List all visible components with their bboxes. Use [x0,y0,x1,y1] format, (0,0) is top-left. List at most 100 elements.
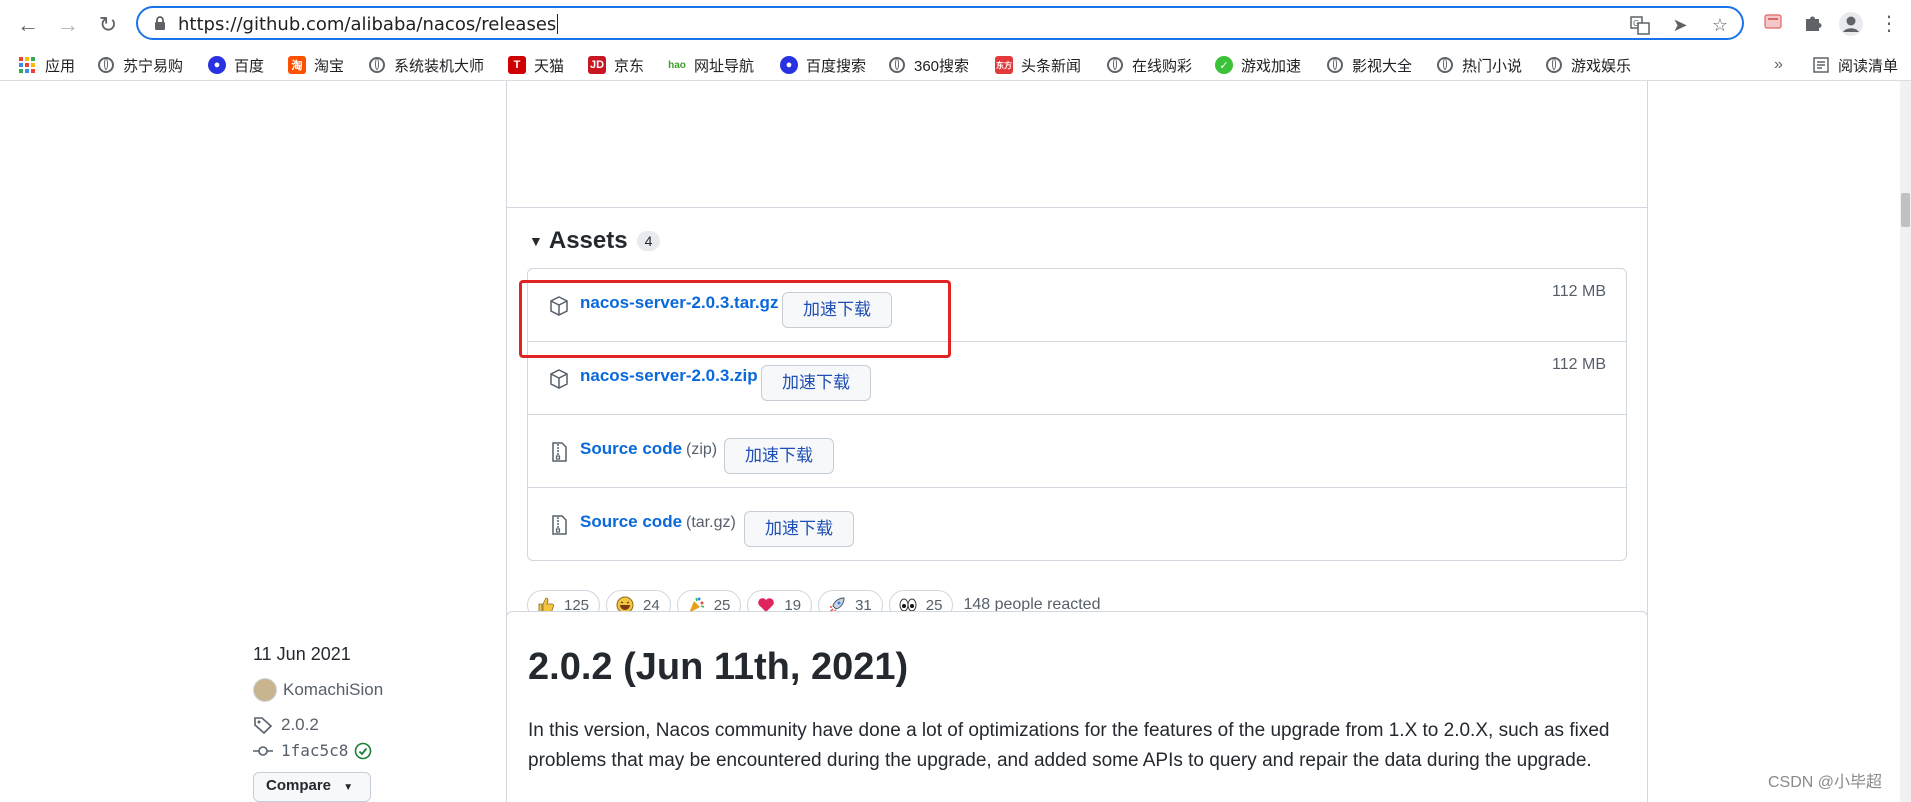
release-description: In this version, Nacos community have do… [528,720,1610,771]
bookmark-label: 网址导航 [694,57,755,75]
asset-format: (tar.gz) [686,514,736,531]
git-commit-icon [253,745,273,756]
accelerate-download-button[interactable]: 加速下载 [744,511,854,547]
bookmark-label: 天猫 [534,57,565,75]
bookmark-video[interactable]: 影视大全 [1327,54,1412,76]
release-card-2-0-2: 2.0.2 (Jun 11th, 2021) In this version, … [506,611,1648,802]
send-icon[interactable]: ➤ [1670,15,1690,35]
accelerate-download-button[interactable]: 加速下载 [724,438,834,474]
file-zip-icon [552,442,567,462]
bookmark-tmall[interactable]: T 天猫 [508,54,564,76]
globe-icon [1437,57,1453,73]
bookmark-installer[interactable]: 系统装机大师 [369,54,484,76]
bookmark-games[interactable]: 游戏娱乐 [1546,54,1631,76]
bookmark-baidu-search[interactable]: ● 百度搜索 [780,54,866,76]
author-name: KomachiSion [283,680,384,699]
bookmark-label: 游戏加速 [1241,57,1302,75]
globe-icon [1107,57,1123,73]
globe-icon [1327,57,1343,73]
star-icon[interactable]: ☆ [1710,15,1730,35]
overflow-chevron-icon: » [1774,56,1783,73]
asset-size: 112 MB [1552,356,1606,373]
reload-icon[interactable]: ↻ [94,11,122,39]
compare-label: Compare [266,777,332,794]
url-text[interactable]: https://github.com/alibaba/nacos/release… [178,14,559,35]
bookmark-label: 360搜索 [914,57,970,75]
reading-list[interactable]: 阅读清单 [1812,54,1898,76]
asset-link[interactable]: Source code [580,512,682,532]
translate-icon[interactable]: G [1630,15,1650,35]
release-title[interactable]: 2.0.2 (Jun 11th, 2021) [528,646,908,689]
release-date: 11 Jun 2021 [253,644,351,664]
bookmark-apps[interactable]: 应用 [18,54,75,76]
asset-link[interactable]: nacos-server-2.0.3.zip [580,366,758,386]
scrollbar-thumb[interactable] [1901,193,1910,227]
accelerate-download-button[interactable]: 加速下载 [761,365,871,401]
csdn-watermark: CSDN @小毕超 [1767,774,1882,791]
tag-icon [254,717,273,734]
address-bar[interactable]: https://github.com/alibaba/nacos/release… [136,6,1744,40]
bookmarks-overflow[interactable]: » [1774,54,1783,76]
bookmark-hao[interactable]: hao 网址导航 [668,54,754,76]
compare-button[interactable]: Compare ▼ [253,772,371,802]
bookmark-novels[interactable]: 热门小说 [1437,54,1522,76]
jd-icon: JD [588,56,606,74]
taobao-icon: 淘 [288,56,306,74]
toutiao-icon: 东方 [995,56,1013,74]
globe-icon [889,57,905,73]
profile-icon[interactable] [1838,11,1864,37]
github-releases-page: ▼ Assets 4 nacos-server-2.0.3.tar.gz 加速下… [0,81,1900,802]
asset-row: Source code (tar.gz) 加速下载 [528,487,1626,560]
assets-summary[interactable]: ▼ Assets 4 [529,227,661,255]
file-zip-icon [552,515,567,535]
bookmark-baidu[interactable]: ● 百度 [208,54,264,76]
bookmark-suning[interactable]: 苏宁易购 [98,54,183,76]
bookmark-label: 游戏娱乐 [1571,57,1632,75]
asset-size: 112 MB [1552,283,1606,300]
bookmark-taobao[interactable]: 淘淘宝 [288,54,344,76]
bookmark-lottery[interactable]: 在线购彩 [1107,54,1192,76]
apps-grid-icon [19,57,35,73]
extensions-icon[interactable] [1800,11,1826,37]
browser-toolbar: ← → ↻ https://github.com/alibaba/nacos/r… [0,0,1911,50]
bookmark-label: 百度 [234,57,265,75]
bookmark-360[interactable]: 360搜索 [889,54,969,76]
asset-link[interactable]: Source code [580,439,682,459]
divider [507,207,1647,208]
commit-link[interactable]: 1fac5c8 [253,741,383,760]
assets-title: Assets [548,227,628,254]
lock-icon [155,16,165,30]
author-link[interactable]: KomachiSion [253,678,383,702]
menu-icon[interactable]: ⋮ [1876,11,1902,37]
svg-text:G: G [1633,19,1639,28]
tmall-icon: T [508,56,526,74]
globe-icon [98,57,114,73]
bookmark-label: 百度搜索 [806,57,867,75]
globe-icon [1546,57,1562,73]
reader-extension-icon[interactable] [1760,11,1786,37]
tag-link[interactable]: 2.0.2 [253,715,383,735]
release-meta: 11 Jun 2021 KomachiSion 2.0.2 1fac5c8 Co… [253,644,383,802]
bookmark-label: 在线购彩 [1132,57,1193,75]
bookmark-label: 头条新闻 [1021,57,1082,75]
bookmark-label: 影视大全 [1352,57,1413,75]
assets-count-badge: 4 [636,231,661,251]
bookmark-toutiao[interactable]: 东方 头条新闻 [995,54,1081,76]
forward-icon[interactable]: → [54,11,82,39]
bookmark-label: 系统装机大师 [394,57,485,75]
globe-icon [369,57,385,73]
bookmark-label: 苏宁易购 [123,57,184,75]
bookmark-game-accel[interactable]: ✓ 游戏加速 [1215,54,1301,76]
bookmark-label: 热门小说 [1462,57,1523,75]
page-scrollbar[interactable] [1900,81,1911,802]
baidu-paw-icon: ● [780,56,798,74]
avatar [253,678,277,702]
package-icon [550,369,568,389]
caret-down-icon: ▼ [343,782,354,793]
back-icon[interactable]: ← [14,11,42,39]
bookmark-jd[interactable]: JD 京东 [588,54,644,76]
tag-name: 2.0.2 [281,715,319,734]
bookmark-label: 淘宝 [314,57,345,75]
bookmark-label: 应用 [45,57,76,75]
hao-icon: hao [668,56,686,74]
